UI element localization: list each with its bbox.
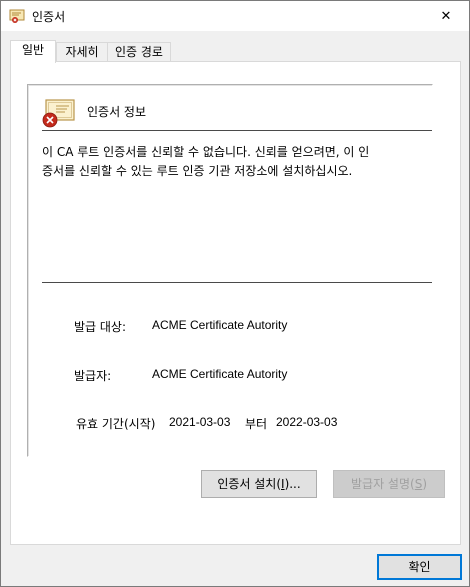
tab-certification-path[interactable]: 인증 경로 (107, 42, 171, 62)
tab-details[interactable]: 자세히 (56, 42, 108, 62)
ok-button[interactable]: 확인 (377, 554, 462, 580)
certificate-error-icon (42, 97, 76, 129)
issued-by-label: 발급자: (74, 369, 112, 383)
validity-label: 유효 기간(시작) (76, 417, 156, 431)
install-label: 인증서 설치( (217, 477, 282, 491)
issuer-suffix: ) (422, 477, 427, 491)
tab-general[interactable]: 일반 (10, 40, 56, 63)
window-title: 인증서 (32, 10, 66, 24)
info-title: 인증서 정보 (87, 105, 147, 119)
issued-to-label: 발급 대상: (74, 320, 127, 334)
certificate-info-box: 인증서 정보 이 CA 루트 인증서를 신뢰할 수 없습니다. 신뢰를 얻으려면… (27, 84, 433, 457)
warning-line-2: 증서를 신뢰할 수 있는 루트 인증 기관 저장소에 설치하십시오. (42, 164, 353, 178)
issuer-label: 발급자 설명( (350, 477, 415, 491)
install-suffix: )... (284, 477, 301, 491)
trust-warning: 이 CA 루트 인증서를 신뢰할 수 없습니다. 신뢰를 얻으려면, 이 인 증… (42, 143, 422, 181)
valid-from-date: 2021-03-03 (169, 415, 231, 429)
warning-line-1: 이 CA 루트 인증서를 신뢰할 수 없습니다. 신뢰를 얻으려면, 이 인 (42, 145, 370, 159)
certificate-icon (9, 8, 25, 24)
install-certificate-button[interactable]: 인증서 설치(I)... (201, 470, 317, 498)
divider (42, 282, 432, 283)
issued-by-value: ACME Certificate Autority (152, 367, 288, 381)
certificate-dialog: 인증서 ✕ 일반 자세히 인증 경로 인증서 정보 이 CA 루트 인증서를 신… (0, 0, 470, 587)
issued-to-value: ACME Certificate Autority (152, 318, 288, 332)
divider (42, 130, 432, 131)
title-bar: 인증서 ✕ (1, 1, 469, 31)
issuer-statement-button[interactable]: 발급자 설명(S) (333, 470, 445, 498)
valid-to-date: 2022-03-03 (276, 415, 338, 429)
close-button[interactable]: ✕ (423, 1, 469, 31)
general-panel: 인증서 정보 이 CA 루트 인증서를 신뢰할 수 없습니다. 신뢰를 얻으려면… (10, 61, 461, 545)
validity-to-label: 부터 (245, 417, 268, 431)
close-icon: ✕ (440, 8, 452, 24)
